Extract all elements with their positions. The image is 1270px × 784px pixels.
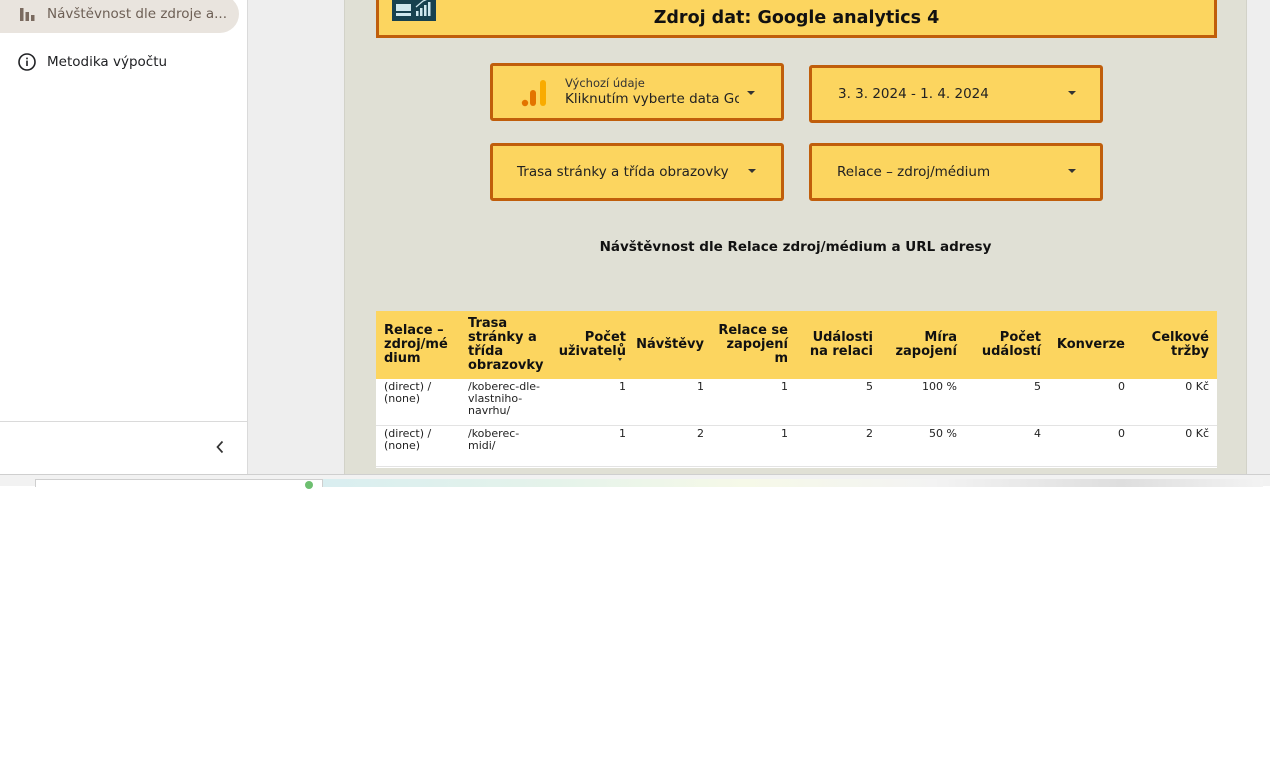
table-row[interactable]: (direct) / (none) /koberec-midi/ 1 2 1 2… (376, 426, 1217, 467)
column-header-source-medium[interactable]: Relace – zdroj/mé dium (384, 311, 454, 379)
cell-events-per-session: 5 (866, 380, 873, 393)
table-body: (direct) / (none) /koberec-dle-vlastniho… (376, 379, 1217, 468)
cell-page-path: /koberec-dle-vlastniho-navrhu/ (468, 380, 541, 417)
cell-visits: 1 (697, 380, 704, 393)
info-icon (18, 53, 36, 71)
table-header: Relace – zdroj/mé dium Trasa stránky a t… (376, 311, 1217, 379)
bottom-tab[interactable] (35, 479, 323, 487)
report-viewport: Návštěvnost dle zdroje a... Metodika výp… (0, 0, 1270, 474)
bar-chart-icon (18, 5, 36, 23)
cell-event-count: 5 (1034, 380, 1041, 393)
page-path-filter-label: Trasa stránky a třída obrazovky (517, 164, 729, 180)
cell-revenue: 0 Kč (1185, 380, 1209, 393)
source-medium-filter[interactable]: Relace – zdroj/médium (809, 143, 1103, 201)
column-header-users[interactable]: Počet uživatelů (558, 311, 626, 379)
column-header-events-per-session[interactable]: Události na relaci (796, 311, 873, 379)
column-header-visits[interactable]: Návštěvy (636, 311, 704, 379)
column-header-revenue[interactable]: Celkové tržby (1133, 311, 1209, 379)
caret-down-icon (748, 169, 756, 173)
column-header-event-count[interactable]: Počet událostí (965, 311, 1041, 379)
cell-revenue: 0 Kč (1185, 427, 1209, 440)
caret-down-icon (1068, 169, 1076, 173)
status-dot-icon (305, 481, 313, 489)
sidebar-divider (0, 421, 248, 422)
sidebar: Návštěvnost dle zdroje a... Metodika výp… (0, 0, 248, 474)
report-canvas: Zdroj dat: Google analytics 4 Výchozí úd… (344, 0, 1247, 474)
sidebar-item-metodika[interactable]: Metodika výpočtu (0, 43, 239, 81)
column-header-conversions[interactable]: Konverze (1049, 311, 1125, 379)
cell-event-count: 4 (1034, 427, 1041, 440)
sort-descending-icon (618, 358, 622, 361)
bottom-strip (0, 474, 1270, 489)
sidebar-item-navstevnost[interactable]: Návštěvnost dle zdroje a... (0, 0, 239, 33)
table-row[interactable]: (direct) / (none) /koberec-dle-vlastniho… (376, 379, 1217, 426)
table-title: Návštěvnost dle Relace zdroj/médium a UR… (599, 239, 992, 255)
cell-engaged-sessions: 1 (781, 427, 788, 440)
source-medium-filter-label: Relace – zdroj/médium (837, 164, 991, 180)
column-header-label: Počet uživatelů (558, 330, 626, 359)
page-path-filter[interactable]: Trasa stránky a třída obrazovky (490, 143, 784, 201)
data-source-caption: Výchozí údaje (565, 76, 645, 90)
sidebar-item-label: Návštěvnost dle zdroje a... (47, 6, 227, 22)
cell-conversions: 0 (1118, 380, 1125, 393)
column-header-page-path[interactable]: Trasa stránky a třída obrazovky (468, 311, 546, 379)
cell-engagement-rate: 100 % (922, 380, 957, 393)
column-header-engaged-sessions[interactable]: Relace se zapojení m (712, 311, 788, 379)
report-subtitle: Zdroj dat: Google analytics 4 (653, 8, 940, 28)
chevron-left-icon (215, 439, 225, 458)
cell-source-medium: (direct) / (none) (384, 380, 432, 405)
cell-source-medium: (direct) / (none) (384, 427, 432, 452)
caret-down-icon (747, 91, 755, 95)
cell-users: 1 (619, 380, 626, 393)
cell-events-per-session: 2 (866, 427, 873, 440)
bottom-gradient-bar (323, 479, 1263, 487)
google-analytics-icon (520, 78, 550, 108)
data-table: Relace – zdroj/mé dium Trasa stránky a t… (376, 311, 1217, 468)
cell-page-path: /koberec-midi/ (468, 427, 520, 452)
data-source-selector[interactable]: Výchozí údaje Kliknutím vyberte data Go (490, 63, 784, 121)
report-header: Zdroj dat: Google analytics 4 (376, 0, 1217, 38)
cell-users: 1 (619, 427, 626, 440)
data-source-value: Kliknutím vyberte data Go (565, 91, 739, 107)
date-range-value: 3. 3. 2024 - 1. 4. 2024 (838, 86, 989, 102)
caret-down-icon (1068, 91, 1076, 95)
cell-conversions: 0 (1118, 427, 1125, 440)
sidebar-item-label: Metodika výpočtu (47, 54, 168, 70)
cell-engaged-sessions: 1 (781, 380, 788, 393)
collapse-sidebar-button[interactable] (206, 436, 234, 460)
column-header-engagement-rate[interactable]: Míra zapojení (881, 311, 957, 379)
date-range-picker[interactable]: 3. 3. 2024 - 1. 4. 2024 (809, 65, 1103, 123)
cell-visits: 2 (697, 427, 704, 440)
cell-engagement-rate: 50 % (929, 427, 957, 440)
